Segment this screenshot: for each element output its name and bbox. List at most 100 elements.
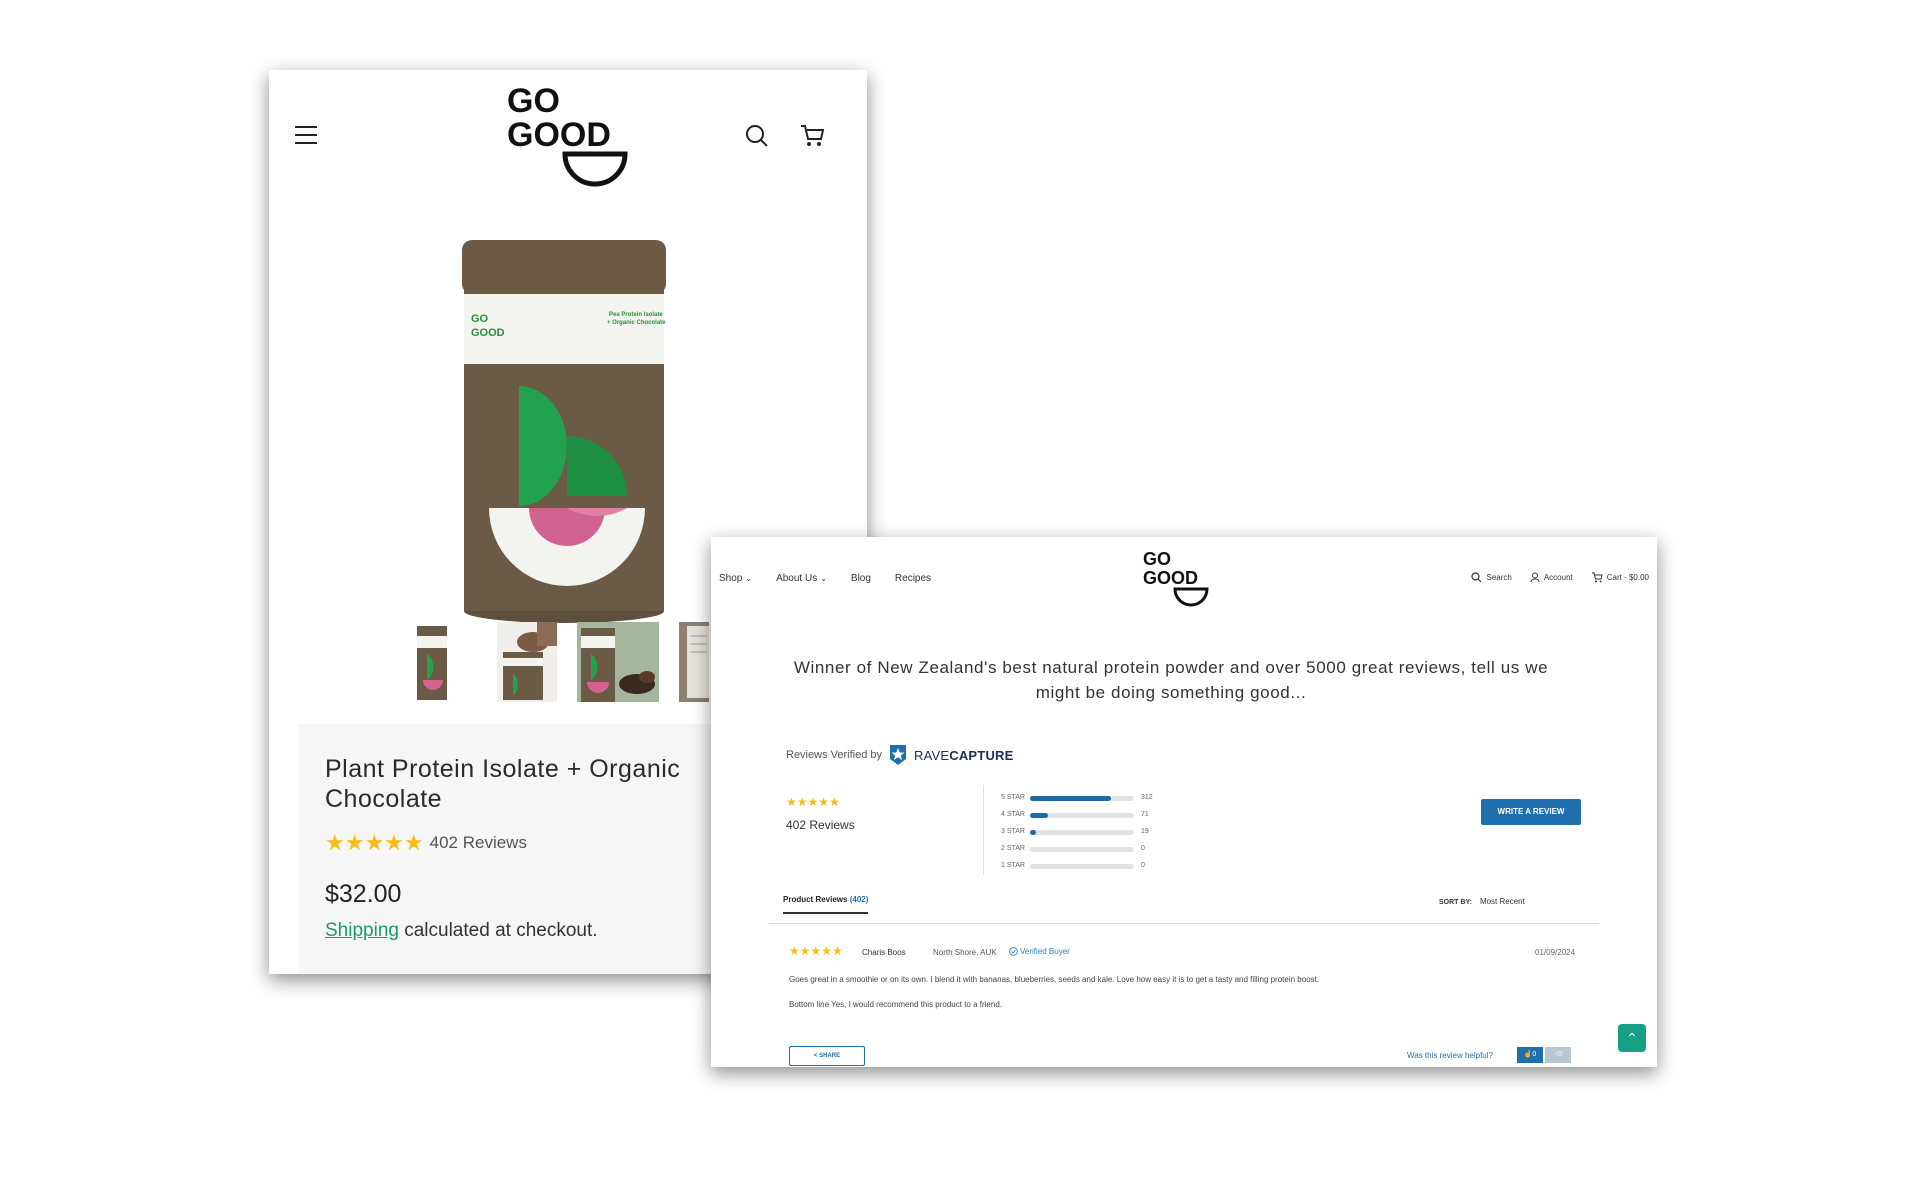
product-hero-image[interactable]: GO GOOD Pea Protein Isolate + Organic Ch… — [459, 236, 669, 626]
thumbnail-can-chocolate[interactable] — [577, 622, 659, 702]
review-count: 402 Reviews — [429, 833, 527, 852]
ravecapture-badge-icon — [890, 745, 906, 765]
review-body: Goes great in a smoothie or on its own. … — [789, 975, 1320, 984]
account-label: Account — [1543, 573, 1573, 582]
desktop-reviews-page: Shop ⌄ About Us ⌄ Blog Recipes GO GOOD Sea… — [711, 537, 1657, 1067]
histogram-label: 3 STAR — [1001, 828, 1025, 835]
can-label-line1: Pea Protein Isolate — [609, 312, 663, 318]
scroll-to-top-button[interactable]: ⌃ — [1618, 1024, 1646, 1052]
review-star-glyphs: ★★★★★ — [789, 944, 843, 958]
search-icon — [1471, 572, 1482, 583]
histogram-track — [1030, 864, 1134, 869]
svg-text:GO: GO — [471, 313, 489, 325]
histogram-count: 19 — [1141, 828, 1149, 835]
histogram-label: 5 STAR — [1001, 794, 1025, 801]
histogram-count: 0 — [1141, 845, 1145, 852]
search-link[interactable]: Search — [1471, 572, 1512, 583]
nav-blog[interactable]: Blog — [851, 573, 871, 584]
verified-buyer-label: Verified Buyer — [1020, 947, 1070, 956]
histogram-label: 1 STAR — [1001, 862, 1025, 869]
summary-star-glyphs: ★★★★★ — [786, 795, 840, 809]
histogram-label: 2 STAR — [1001, 845, 1025, 852]
cart-icon — [1591, 572, 1603, 583]
summary-review-count: 402 Reviews — [786, 818, 855, 832]
thumbs-down-count: 0 — [1558, 1051, 1563, 1058]
verified-by: Reviews Verified by RAVECAPTURE — [786, 743, 1014, 767]
nav-recipes[interactable]: Recipes — [895, 573, 931, 584]
share-label: SHARE — [819, 1053, 841, 1059]
verified-by-label: Reviews Verified by — [786, 749, 882, 761]
thumbnail-scoop[interactable] — [497, 622, 557, 702]
verified-check-icon — [1009, 947, 1018, 956]
thumbnail-can[interactable] — [397, 622, 467, 702]
share-button[interactable]: < SHARE — [789, 1046, 865, 1066]
histogram-track — [1030, 847, 1134, 852]
shipping-link[interactable]: Shipping — [325, 920, 399, 941]
histogram-row[interactable]: 2 STAR 0 — [1001, 844, 1171, 861]
capture-text: CAPTURE — [949, 747, 1014, 763]
histogram-count: 71 — [1141, 811, 1149, 818]
histogram-row[interactable]: 3 STAR 19 — [1001, 827, 1171, 844]
histogram-track — [1030, 830, 1134, 835]
product-title: Plant Protein Isolate + Organic Chocolat… — [325, 755, 681, 813]
svg-text:GOOD: GOOD — [1143, 568, 1198, 588]
thumbs-up-count: 0 — [1532, 1051, 1537, 1058]
chevron-down-icon: ⌄ — [820, 574, 827, 583]
chevron-up-icon: ⌃ — [1626, 1030, 1638, 1046]
product-rating[interactable]: ★★★★★ 402 Reviews — [325, 832, 527, 854]
histogram-row[interactable]: 4 STAR 71 — [1001, 810, 1171, 827]
summary-divider — [983, 785, 984, 875]
svg-text:GO: GO — [507, 82, 560, 120]
histogram-row[interactable]: 5 STAR 312 — [1001, 793, 1171, 810]
cart-icon[interactable] — [799, 122, 825, 148]
mobile-header: GO GOOD — [269, 70, 867, 200]
review-date: 01/09/2024 — [1535, 948, 1576, 957]
nav-about-label: About Us — [776, 573, 818, 584]
histogram-fill — [1030, 796, 1111, 801]
histogram-row[interactable]: 1 STAR 0 — [1001, 861, 1171, 878]
search-icon[interactable] — [745, 124, 769, 148]
nav-shop-label: Shop — [719, 573, 743, 584]
histogram-track — [1030, 796, 1134, 801]
can-label-line2: + Organic Chocolate — [607, 320, 666, 326]
review-bottom-line: Bottom line Yes, I would recommend this … — [789, 1000, 1003, 1009]
cart-label: Cart - $0.00 — [1606, 573, 1649, 582]
rave-text: RAVE — [914, 747, 950, 763]
utility-nav: Search Account Cart - $0.00 — [1453, 572, 1649, 583]
histogram-fill — [1030, 830, 1036, 835]
review-stars: ★★★★★ — [789, 945, 843, 957]
rating-stars: ★★★★★ — [325, 830, 424, 855]
verified-buyer-badge: Verified Buyer — [1009, 947, 1070, 956]
write-review-button[interactable]: WRITE A REVIEW — [1481, 799, 1581, 825]
nav-about[interactable]: About Us ⌄ — [776, 573, 827, 584]
go-good-logo[interactable]: GO GOOD — [1141, 549, 1213, 609]
sort-value: Most Recent — [1479, 897, 1525, 906]
shipping-note: Shipping calculated at checkout. — [325, 920, 598, 942]
tab-count: (402) — [849, 895, 869, 904]
review-location: North Shore, AUK — [933, 948, 997, 957]
thumbs-down-button[interactable]: ☟0 — [1545, 1047, 1571, 1063]
tab-product-reviews[interactable]: Product Reviews (402) — [783, 895, 869, 914]
thumbnail-label[interactable] — [679, 622, 709, 702]
histogram-track — [1030, 813, 1134, 818]
product-price: $32.00 — [325, 880, 402, 908]
nav-shop[interactable]: Shop ⌄ — [719, 573, 752, 584]
histogram-count: 312 — [1141, 794, 1153, 801]
histogram-count: 0 — [1141, 862, 1145, 869]
histogram-fill — [1030, 813, 1049, 818]
sort-label: SORT BY: — [1439, 899, 1472, 906]
hamburger-menu-icon[interactable] — [295, 126, 317, 144]
go-good-logo[interactable]: GO GOOD — [505, 82, 635, 190]
thumbs-up-button[interactable]: ☝0 — [1517, 1047, 1543, 1063]
review-author: Charis Boos — [862, 948, 906, 957]
search-label: Search — [1486, 573, 1512, 582]
svg-text:GOOD: GOOD — [507, 116, 611, 154]
ravecapture-logo[interactable]: RAVECAPTURE — [914, 748, 1014, 763]
headline: Winner of New Zealand's best natural pro… — [793, 658, 1549, 702]
summary-stars: ★★★★★ — [786, 796, 840, 808]
account-link[interactable]: Account — [1530, 572, 1573, 583]
sort-dropdown[interactable]: SORT BY: Most Recent — [1439, 897, 1525, 906]
histogram-label: 4 STAR — [1001, 811, 1025, 818]
rating-histogram: 5 STAR 312 4 STAR 71 3 STAR 19 2 STAR 0 1 STAR 0 — [1001, 793, 1171, 878]
cart-link[interactable]: Cart - $0.00 — [1591, 572, 1649, 583]
